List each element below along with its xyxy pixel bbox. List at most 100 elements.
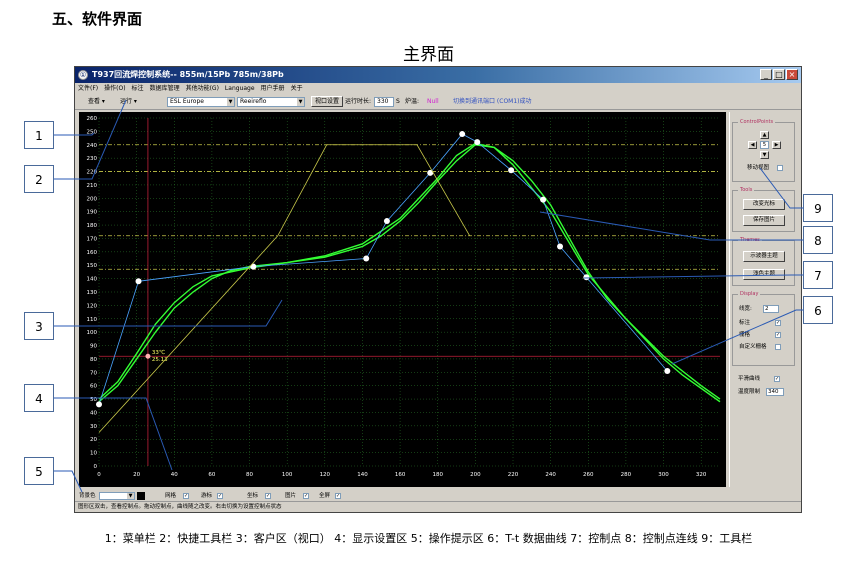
background-color-swatch[interactable] [137,492,145,500]
x-tick-label: 280 [621,472,632,478]
menu-file[interactable]: 文件(F) [75,83,101,95]
custom-grid-label: 自定义栅格 [739,344,767,350]
menu-about[interactable]: 关于 [288,83,306,95]
up-arrow-icon[interactable]: ▲ [760,131,769,139]
menu-other[interactable]: 其他功能(G) [183,83,222,95]
temp-limit-input[interactable]: 340 [766,388,784,396]
window-title: T937回流焊控制系统-- 855m/15Pb 785m/38Pb [92,70,284,79]
background-color-select[interactable]: ▼ [99,492,135,500]
furnace-value: Null [427,98,439,105]
y-tick-label: 90 [90,344,97,350]
step-value[interactable]: 5 [760,141,769,149]
y-tick-label: 180 [87,223,98,229]
title-bar: ① T937回流焊控制系统-- 855m/15Pb 785m/38Pb _ □ … [75,67,801,83]
control-point[interactable] [508,167,515,174]
callout-5: 5 [24,457,54,485]
down-arrow-icon[interactable]: ▼ [760,151,769,159]
grid-label: 栅格 [739,332,751,338]
status-bar: 图形区双击，查看控制点。拖动控制点，曲线随之改变。右击切换为设置控制点状态 [75,501,801,511]
chevron-down-icon: ▼ [227,98,234,106]
control-point[interactable] [664,367,671,374]
y-tick-label: 250 [87,129,98,135]
custom-grid-checkbox[interactable] [775,344,781,350]
cursor-readout-temp: 33℃ [152,349,165,356]
annotation-checkbox[interactable]: ✓ [775,320,781,326]
runtime-input[interactable]: 330 [374,97,394,107]
mode-select[interactable]: Reeireflo ▼ [237,97,305,107]
menu-bar: 文件(F) 操作(O) 标注 数据库管理 其他功能(G) Language 用户手册 关于 [75,83,801,95]
save-image-button[interactable]: 保存图片 [743,215,785,226]
y-tick-label: 120 [87,303,98,309]
view-button[interactable]: 查看 ▾ [85,97,108,107]
window-settings-button[interactable]: 视口设置 [311,96,344,107]
x-tick-label: 140 [357,472,368,478]
y-tick-label: 30 [90,424,97,430]
control-point[interactable] [540,196,547,203]
y-tick-label: 80 [90,357,97,363]
menu-language[interactable]: Language [222,83,258,95]
close-button[interactable]: × [786,69,798,80]
display-title: Display [738,290,761,298]
change-cursor-button[interactable]: 改变光标 [743,199,785,210]
control-point[interactable] [459,131,466,138]
coords-checkbox[interactable]: ✓ [265,493,271,499]
run-button[interactable]: 运行 ▾ [117,97,140,107]
control-point[interactable] [557,243,564,250]
chart-viewport[interactable]: 0 20 40 60 80 100 120 140 160 180 200 220 240 260 280 3… [79,112,726,487]
x-tick-label: 0 [97,472,101,478]
maximize-button[interactable]: □ [773,69,785,80]
scope-theme-button[interactable]: 示波器主题 [743,251,785,262]
menu-manual[interactable]: 用户手册 [258,83,288,95]
image-toggle-label: 图片 [285,493,297,499]
port-status: 切换到通讯端口 (COM1)成功 [453,98,532,105]
callout-3: 3 [24,312,54,340]
control-point[interactable] [474,139,481,146]
control-point[interactable] [135,278,142,285]
profile-select-value: ESL Europe [170,98,204,105]
callout-6: 6 [803,296,833,324]
grid-checkbox[interactable]: ✓ [775,332,781,338]
control-point[interactable] [363,255,370,262]
minimize-button[interactable]: _ [760,69,772,80]
y-tick-label: 70 [90,370,97,376]
document-subtitle: 主界面 [403,45,454,65]
fullscreen-checkbox[interactable]: ✓ [335,493,341,499]
y-tick-label: 100 [87,330,98,336]
right-arrow-icon[interactable]: ▶ [772,141,781,149]
menu-database[interactable]: 数据库管理 [147,83,183,95]
image-toggle-checkbox[interactable]: ✓ [303,493,309,499]
callout-7: 7 [803,261,833,289]
left-arrow-icon[interactable]: ◀ [748,141,757,149]
tools-group: Tools 改变光标 保存图片 [732,186,795,232]
profile-select[interactable]: ESL Europe ▼ [167,97,235,107]
smooth-curve-checkbox[interactable]: ✓ [774,376,780,382]
document-heading: 五、软件界面 [52,10,143,28]
callout-2: 2 [24,165,54,193]
control-point[interactable] [96,401,102,408]
x-tick-label: 300 [658,472,669,478]
app-icon: ① [78,70,88,80]
runtime-label: 运行时长: [345,98,372,105]
move-view-checkbox[interactable] [777,165,783,171]
temperature-chart[interactable]: 0 20 40 60 80 100 120 140 160 180 200 220 240 260 280 3… [79,112,726,487]
x-tick-label: 320 [696,472,707,478]
themes-group: Themes 示波器主题 浅色主题 [732,236,795,286]
menu-annotate[interactable]: 标注 [129,83,147,95]
grid-toggle-checkbox[interactable]: ✓ [183,493,189,499]
y-tick-label: 10 [90,451,97,457]
control-point[interactable] [583,274,590,281]
y-tick-label: 230 [87,156,98,162]
menu-operation[interactable]: 操作(O) [101,83,128,95]
x-tick-label: 60 [208,472,215,478]
light-theme-button[interactable]: 浅色主题 [743,269,785,280]
line-width-input[interactable]: 2 [763,305,779,313]
x-tick-label: 80 [246,472,253,478]
control-point[interactable] [383,218,390,225]
y-tick-label: 240 [87,143,98,149]
grating-checkbox[interactable]: ✓ [217,493,223,499]
smooth-curve-label: 平滑曲线 [738,376,761,382]
chevron-down-icon: ▼ [297,98,304,106]
temperature-curve [98,144,721,403]
runtime-unit: S [396,98,400,105]
y-tick-label: 170 [87,236,98,242]
